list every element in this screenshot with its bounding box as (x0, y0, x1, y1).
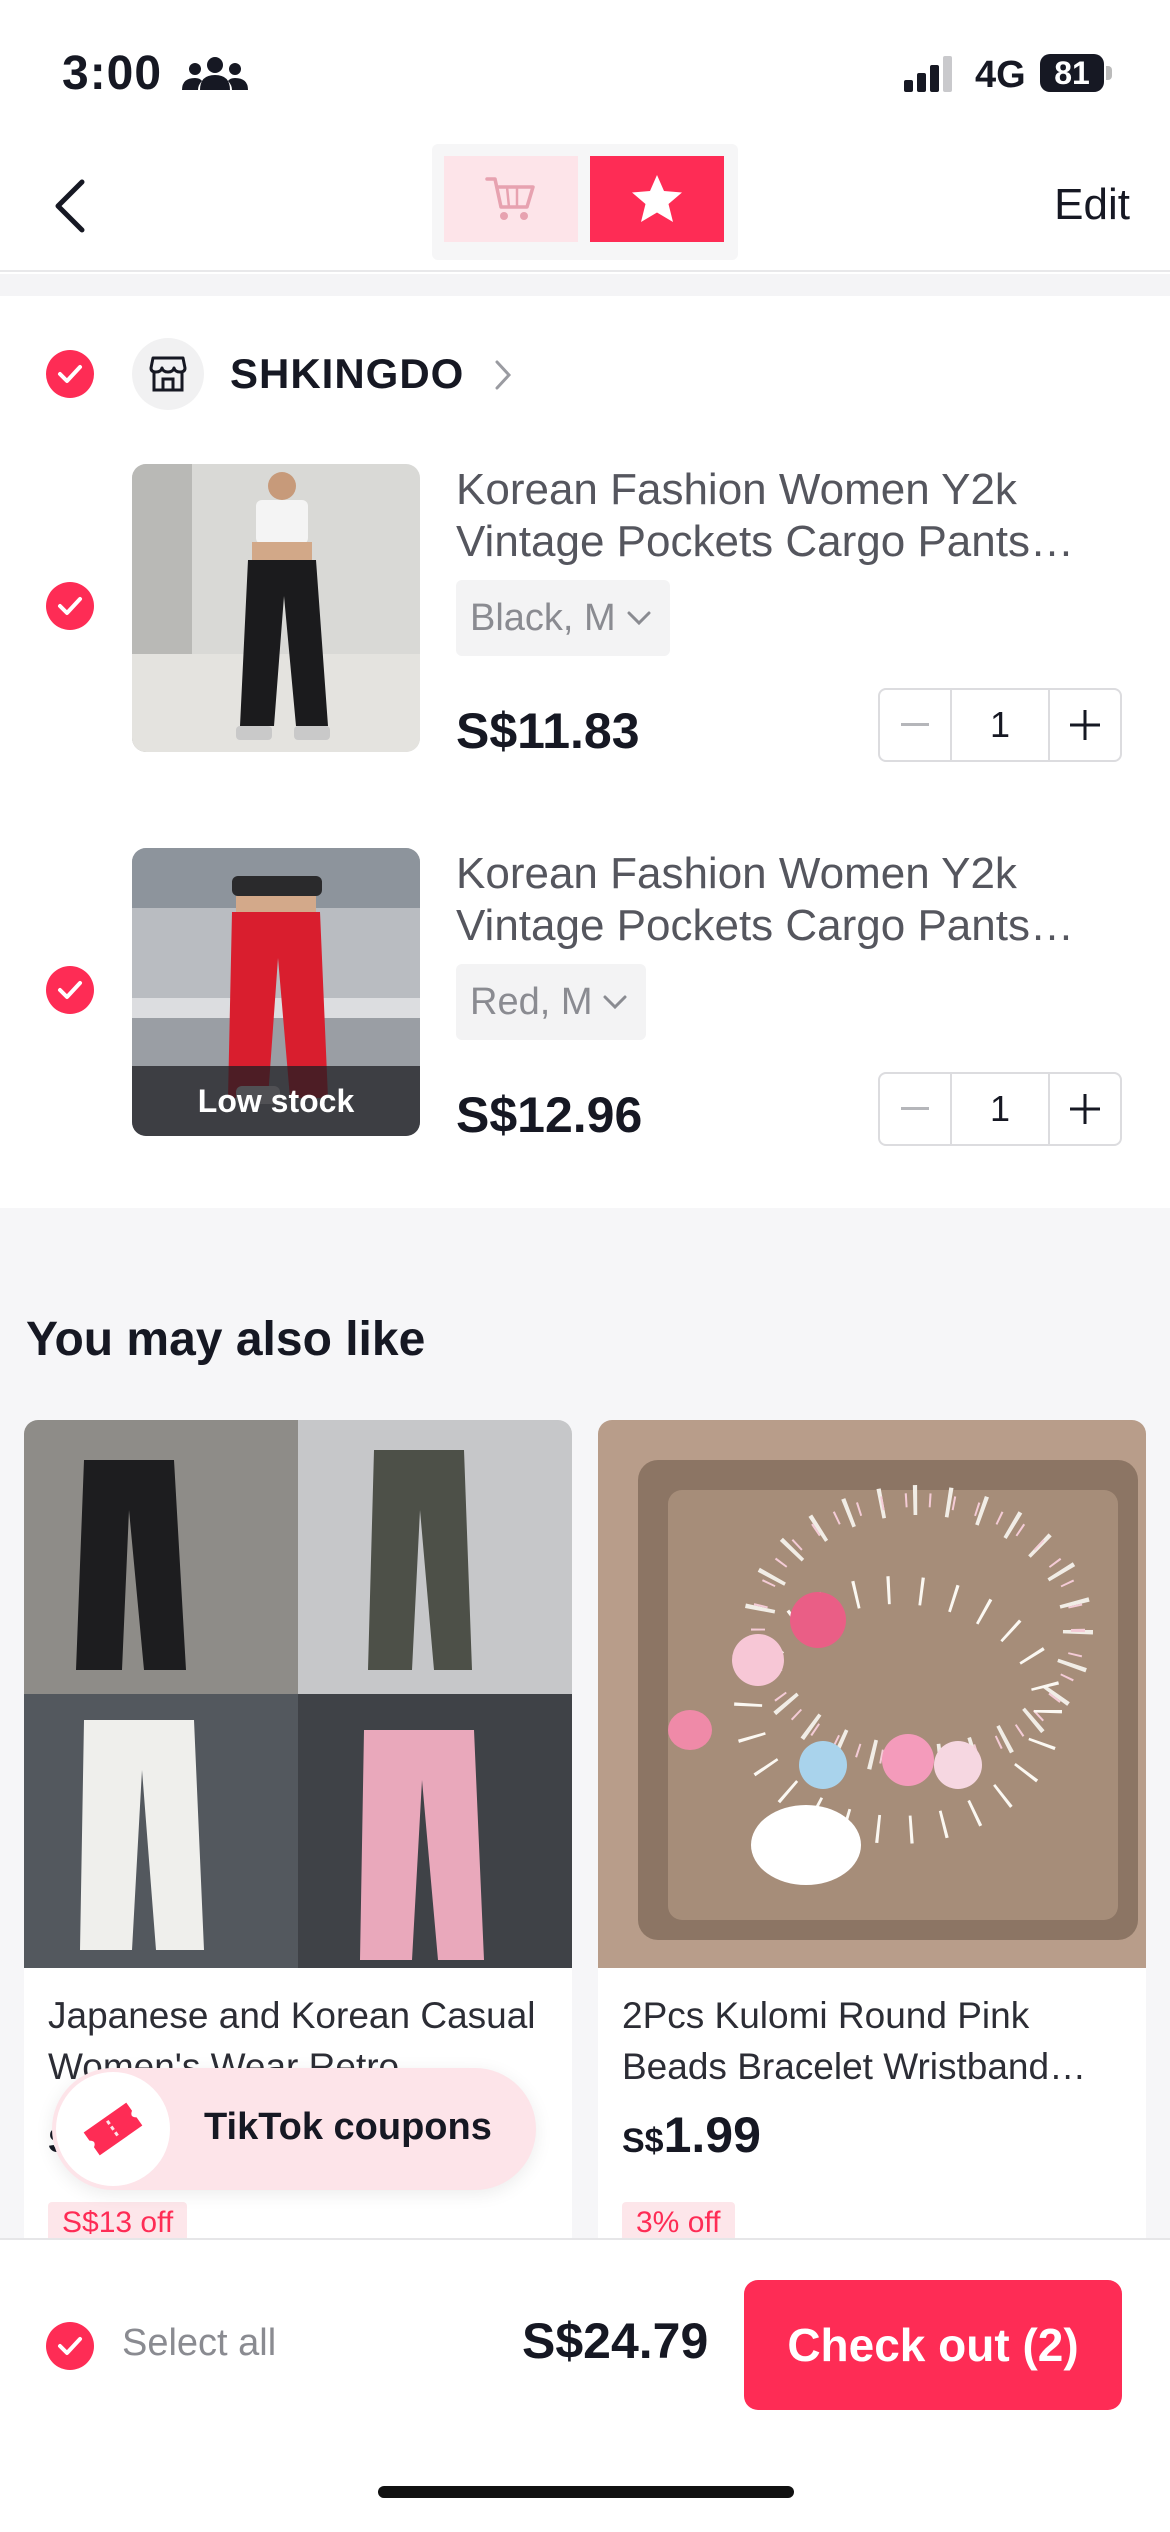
battery-level: 81 (1040, 54, 1104, 92)
shareplay-people-icon (182, 57, 248, 90)
tab-cart[interactable] (444, 156, 578, 242)
checkmark-icon (58, 365, 82, 383)
cargo-pants-collage-photo (24, 1420, 572, 1968)
store-avatar (132, 338, 204, 410)
product-image[interactable]: Low stock (132, 848, 420, 1136)
chevron-right-icon (495, 360, 512, 390)
top-nav: Edit (0, 140, 1170, 272)
store-name[interactable]: SHKINGDO (230, 350, 464, 398)
product-price: S$11.83 (456, 703, 640, 759)
variant-selector[interactable]: Red, M (456, 964, 647, 1040)
chevron-down-icon (627, 611, 651, 626)
shop-icon (149, 356, 187, 392)
plus-icon (1070, 1094, 1100, 1124)
low-stock-badge: Low stock (132, 1066, 420, 1136)
product-title[interactable]: Korean Fashion Women Y2k Vintage Pockets… (456, 464, 1096, 568)
store-checkbox[interactable] (46, 350, 94, 398)
increase-quantity-button[interactable] (1048, 1074, 1120, 1144)
checkmark-icon (58, 981, 82, 999)
product-title[interactable]: Korean Fashion Women Y2k Vintage Pockets… (456, 848, 1096, 952)
chevron-down-icon (603, 995, 627, 1010)
quantity-stepper: 1 (878, 1072, 1122, 1146)
item-checkbox[interactable] (46, 966, 94, 1014)
select-all-label[interactable]: Select all (122, 2322, 276, 2365)
cart-favorites-switcher (432, 144, 738, 260)
checkout-button[interactable]: Check out (2) (744, 2280, 1122, 2410)
cellular-signal-icon (904, 56, 952, 92)
quantity-stepper: 1 (878, 688, 1122, 762)
network-type: 4G (975, 54, 1026, 96)
price-amount: 1.99 (663, 2107, 761, 2163)
tiktok-coupons-button[interactable]: TikTok coupons (52, 2068, 536, 2190)
variant-label: Red, M (470, 980, 593, 1023)
tab-favorites[interactable] (590, 156, 724, 242)
battery-icon: 81 (1040, 54, 1112, 92)
pink-bead-bracelet-photo (598, 1420, 1146, 1968)
discount-badge: 3% off (622, 2202, 735, 2240)
home-indicator[interactable] (378, 2486, 794, 2498)
increase-quantity-button[interactable] (1048, 690, 1120, 760)
decrease-quantity-button[interactable] (880, 690, 952, 760)
star-icon (632, 175, 682, 222)
back-chevron-icon[interactable] (46, 176, 96, 236)
select-all-checkbox[interactable] (46, 2322, 94, 2370)
coupon-label: TikTok coupons (204, 2106, 492, 2148)
checkmark-icon (58, 2337, 82, 2355)
coupon-badge (56, 2072, 170, 2186)
quantity-value[interactable]: 1 (952, 690, 1048, 760)
cart-item: Low stock Korean Fashion Women Y2k Vinta… (0, 848, 1170, 1148)
minus-icon (901, 723, 929, 726)
cart-icon (485, 177, 535, 220)
discount-badge: S$13 off (48, 2202, 188, 2240)
section-divider (0, 274, 1170, 296)
variant-label: Black, M (470, 596, 616, 639)
minus-icon (901, 1107, 929, 1110)
product-price: S$1.99 (622, 2106, 761, 2164)
store-header[interactable]: SHKINGDO (0, 336, 1170, 412)
cart-item: Korean Fashion Women Y2k Vintage Pockets… (0, 464, 1170, 764)
black-cargo-pants-photo (132, 464, 420, 752)
quantity-value[interactable]: 1 (952, 1074, 1048, 1144)
edit-button[interactable]: Edit (1054, 180, 1130, 230)
product-price: S$12.96 (456, 1087, 643, 1143)
item-checkbox[interactable] (46, 582, 94, 630)
product-title[interactable]: 2Pcs Kulomi Round Pink Beads Bracelet Wr… (622, 1990, 1122, 2092)
section-title: You may also like (26, 1313, 426, 1366)
price-currency: S$ (622, 2122, 664, 2160)
plus-icon (1070, 710, 1100, 740)
checkmark-icon (58, 597, 82, 615)
product-card[interactable]: 2Pcs Kulomi Round Pink Beads Bracelet Wr… (598, 1420, 1146, 2240)
status-bar: 3:00 4G 81 (0, 0, 1170, 140)
product-image[interactable] (132, 464, 420, 752)
coupon-ticket-icon (83, 2102, 143, 2156)
decrease-quantity-button[interactable] (880, 1074, 952, 1144)
status-time: 3:00 (62, 47, 163, 100)
cart-total: S$24.79 (522, 2313, 709, 2369)
variant-selector[interactable]: Black, M (456, 580, 670, 656)
